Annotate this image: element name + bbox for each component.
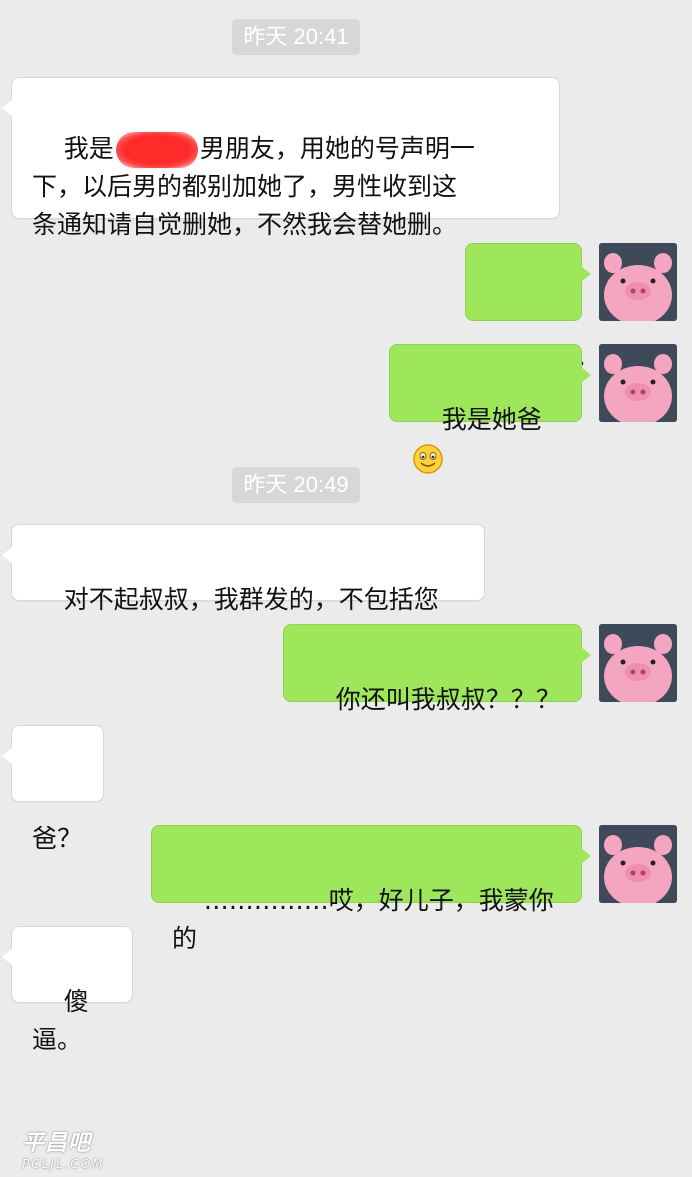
message-text: ……………哎，好儿子，我蒙你的 [172,886,554,953]
message-text: 你还叫我叔叔？？？ [335,685,561,714]
message-text: 傻逼。 [32,987,89,1054]
pig-icon [599,624,677,702]
message-text: 我是她爸 [441,405,542,434]
pig-avatar-icon[interactable] [599,825,677,903]
incoming-message[interactable]: 我是 男朋友，用她的号声明一 下，以后男的都别加她了，男性收到这 条通知请自觉删她… [2,77,560,239]
pig-avatar-icon[interactable] [599,344,677,422]
watermark-title: 平昌吧 [22,1131,92,1156]
pig-avatar-icon[interactable] [599,624,677,702]
message-text: 爸？ [32,824,83,853]
watermark-url: PCLJL.COM [22,1157,105,1171]
watermark: 平昌吧 PCLJL.COM [22,1131,105,1171]
pig-icon [599,344,677,422]
message-text-prefix: 我是 [63,134,114,163]
timestamp: 昨天 20:49 [232,467,360,503]
pig-icon [599,825,677,903]
pig-avatar-icon[interactable] [599,243,677,321]
chat-area: 昨天 20:41 我是 男朋友，用她的号声明一 下，以后男的都别加她了，男性收到这… [0,0,692,1177]
incoming-message[interactable]: 对不起叔叔，我群发的，不包括您 [2,524,485,614]
pig-icon [599,243,677,321]
redaction-mark [115,132,198,168]
message-text: 对不起叔叔，我群发的，不包括您 [63,585,439,614]
incoming-message[interactable]: 傻逼。 [2,926,133,1054]
outgoing-message[interactable]: ………… [465,243,591,371]
outgoing-message[interactable]: ……………哎，好儿子，我蒙你的 [151,825,591,953]
smile-emoji-icon [413,444,443,474]
timestamp: 昨天 20:41 [232,19,360,55]
outgoing-message[interactable]: 我是她爸 [389,344,591,474]
outgoing-message[interactable]: 你还叫我叔叔？？？ [283,624,591,714]
incoming-message[interactable]: 爸？ [2,725,104,853]
